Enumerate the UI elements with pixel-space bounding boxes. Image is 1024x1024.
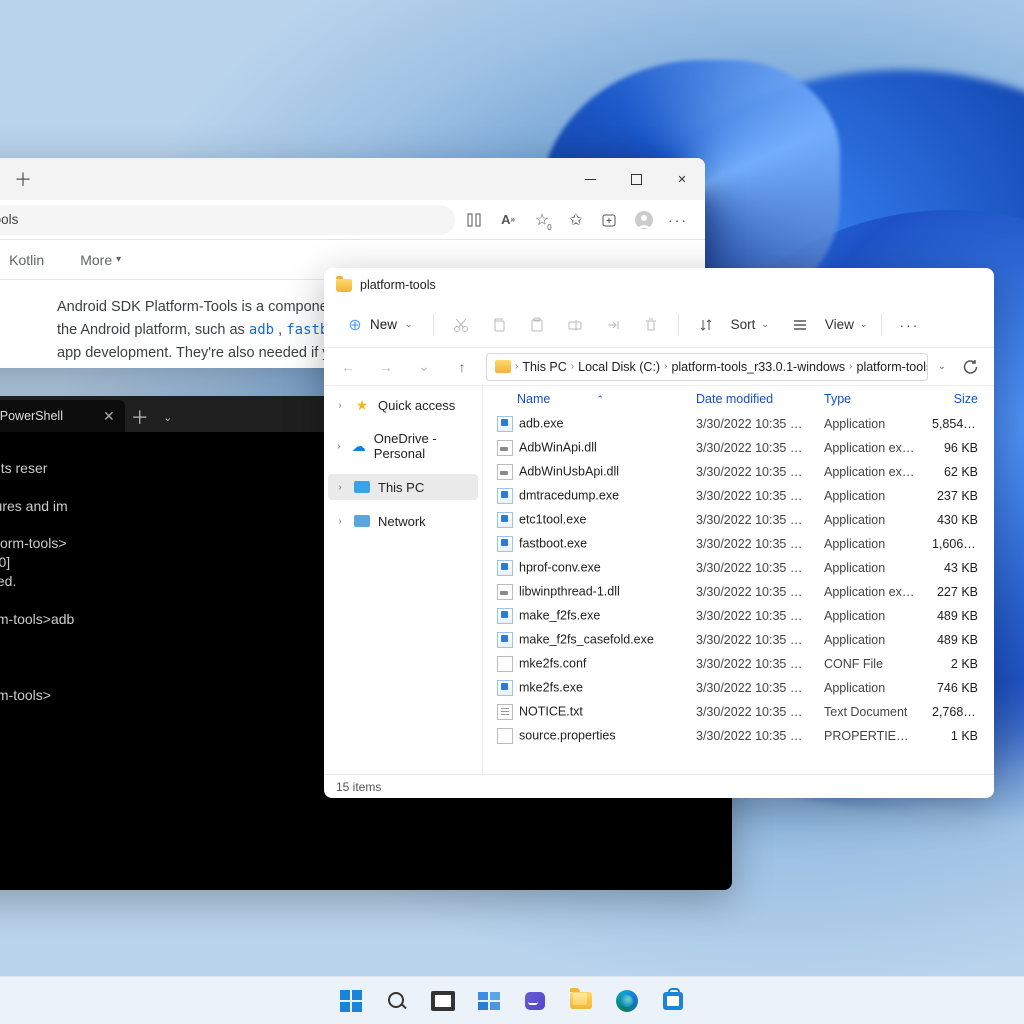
maximize-button[interactable] xyxy=(613,160,659,198)
file-row[interactable]: hprof-conv.exe3/30/2022 10:35 PMApplicat… xyxy=(483,556,994,580)
window-title: platform-tools xyxy=(360,278,436,292)
file-row[interactable]: fastboot.exe3/30/2022 10:35 PMApplicatio… xyxy=(483,532,994,556)
nav-kotlin[interactable]: Kotlin xyxy=(7,242,46,278)
profile-icon[interactable] xyxy=(629,205,659,235)
file-row[interactable]: AdbWinUsbApi.dll3/30/2022 10:35 PMApplic… xyxy=(483,460,994,484)
breadcrumb-item[interactable]: This PC xyxy=(522,360,566,374)
file-icon xyxy=(497,608,513,624)
tab-close-button[interactable]: ✕ xyxy=(0,165,3,193)
view-button[interactable] xyxy=(783,308,817,342)
file-row[interactable]: libwinpthread-1.dll3/30/2022 10:35 PMApp… xyxy=(483,580,994,604)
favorites-bar-icon[interactable]: ✩ xyxy=(561,205,591,235)
delete-icon[interactable] xyxy=(634,308,668,342)
file-icon xyxy=(497,728,513,744)
close-button[interactable]: ✕ xyxy=(659,160,705,198)
minimize-button[interactable] xyxy=(567,160,613,198)
col-name[interactable]: Name⌃ xyxy=(483,392,688,406)
nav-network[interactable]: ›Network xyxy=(328,508,478,534)
start-button[interactable] xyxy=(331,981,371,1021)
chat-button[interactable] xyxy=(515,981,555,1021)
folder-icon xyxy=(495,360,511,373)
file-icon xyxy=(497,512,513,528)
col-size[interactable]: Size xyxy=(924,392,986,406)
new-button[interactable]: ⊕ New ⌄ xyxy=(336,311,423,339)
explorer-file-list: Name⌃ Date modified Type Size adb.exe3/3… xyxy=(482,386,994,774)
nav-more[interactable]: More ▾ xyxy=(78,242,123,278)
file-row[interactable]: NOTICE.txt3/30/2022 10:35 PMText Documen… xyxy=(483,700,994,724)
more-icon[interactable]: ··· xyxy=(663,205,693,235)
file-row[interactable]: etc1tool.exe3/30/2022 10:35 PMApplicatio… xyxy=(483,508,994,532)
file-row[interactable]: source.properties3/30/2022 10:35 PMPROPE… xyxy=(483,724,994,748)
breadcrumb-item[interactable]: platform-tools_r33.0.1-windows xyxy=(671,360,845,374)
status-bar: 15 items xyxy=(324,774,994,798)
share-icon[interactable] xyxy=(596,308,630,342)
nav-this-pc[interactable]: ›This PC xyxy=(328,474,478,500)
forward-button[interactable]: → xyxy=(372,353,400,381)
search-button[interactable] xyxy=(377,981,417,1021)
new-terminal-tab[interactable]: ＋ xyxy=(125,402,155,432)
file-row[interactable]: AdbWinApi.dll3/30/2022 10:35 PMApplicati… xyxy=(483,436,994,460)
up-button[interactable]: ↑ xyxy=(448,353,476,381)
explorer-taskbar-button[interactable] xyxy=(561,981,601,1021)
terminal-tab[interactable]: ws PowerShell ✕ xyxy=(0,400,125,432)
sort-button[interactable] xyxy=(689,308,723,342)
file-icon xyxy=(497,536,513,552)
file-icon xyxy=(497,416,513,432)
nav-onedrive[interactable]: ›☁OneDrive - Personal xyxy=(328,426,478,466)
taskbar xyxy=(0,976,1024,1024)
breadcrumb[interactable]: › This PC›Local Disk (C:)›platform-tools… xyxy=(486,353,928,381)
edge-taskbar-button[interactable] xyxy=(607,981,647,1021)
file-icon xyxy=(497,584,513,600)
url-field[interactable]: loper.android.com/studio/releases/platfo… xyxy=(0,205,455,235)
col-date[interactable]: Date modified xyxy=(688,392,816,406)
file-icon xyxy=(497,704,513,720)
file-icon xyxy=(497,560,513,576)
task-view-button[interactable] xyxy=(423,981,463,1021)
folder-icon xyxy=(336,279,352,292)
favorite-icon[interactable]: ☆0 xyxy=(527,205,557,235)
explorer-window: platform-tools ⊕ New ⌄ Sort⌄ View⌄ ··· ←… xyxy=(324,268,994,798)
file-row[interactable]: adb.exe3/30/2022 10:35 PMApplication5,85… xyxy=(483,412,994,436)
store-taskbar-button[interactable] xyxy=(653,981,693,1021)
file-row[interactable]: dmtracedump.exe3/30/2022 10:35 PMApplica… xyxy=(483,484,994,508)
rename-icon[interactable] xyxy=(558,308,592,342)
refresh-button[interactable] xyxy=(956,353,984,381)
cut-icon[interactable] xyxy=(444,308,478,342)
tab-close-icon[interactable]: ✕ xyxy=(103,408,115,425)
copy-icon[interactable] xyxy=(482,308,516,342)
browser-tab-bar: ✕ ＋ ✕ xyxy=(0,158,705,200)
file-icon xyxy=(497,632,513,648)
explorer-nav-pane: ›★Quick access ›☁OneDrive - Personal ›Th… xyxy=(324,386,482,774)
back-button[interactable]: ← xyxy=(334,353,362,381)
widgets-button[interactable] xyxy=(469,981,509,1021)
file-icon xyxy=(497,656,513,672)
browser-address-bar: loper.android.com/studio/releases/platfo… xyxy=(0,200,705,240)
file-icon xyxy=(497,680,513,696)
explorer-toolbar: ⊕ New ⌄ Sort⌄ View⌄ ··· xyxy=(324,302,994,348)
breadcrumb-item[interactable]: Local Disk (C:) xyxy=(578,360,660,374)
text-size-icon[interactable]: A» xyxy=(493,205,523,235)
file-row[interactable]: make_f2fs_casefold.exe3/30/2022 10:35 PM… xyxy=(483,628,994,652)
terminal-dropdown[interactable]: ⌄ xyxy=(155,402,181,432)
explorer-address-bar: ← → ⌄ ↑ › This PC›Local Disk (C:)›platfo… xyxy=(324,348,994,386)
nav-quick-access[interactable]: ›★Quick access xyxy=(328,392,478,418)
collections-icon[interactable] xyxy=(595,205,625,235)
recent-locations-button[interactable]: ⌄ xyxy=(410,353,438,381)
column-headers: Name⌃ Date modified Type Size xyxy=(483,386,994,412)
col-type[interactable]: Type xyxy=(816,392,924,406)
explorer-title-bar[interactable]: platform-tools xyxy=(324,268,994,302)
address-dropdown-icon[interactable]: ⌄ xyxy=(938,361,946,372)
breadcrumb-item[interactable]: platform-tools xyxy=(857,360,928,374)
file-icon xyxy=(497,464,513,480)
file-row[interactable]: mke2fs.conf3/30/2022 10:35 PMCONF File2 … xyxy=(483,652,994,676)
paste-icon[interactable] xyxy=(520,308,554,342)
file-icon xyxy=(497,440,513,456)
more-button[interactable]: ··· xyxy=(892,308,926,342)
file-row[interactable]: make_f2fs.exe3/30/2022 10:35 PMApplicati… xyxy=(483,604,994,628)
file-icon xyxy=(497,488,513,504)
file-row[interactable]: mke2fs.exe3/30/2022 10:35 PMApplication7… xyxy=(483,676,994,700)
plus-circle-icon: ⊕ xyxy=(346,316,364,334)
new-tab-button[interactable]: ＋ xyxy=(9,165,37,193)
read-aloud-icon[interactable] xyxy=(459,205,489,235)
